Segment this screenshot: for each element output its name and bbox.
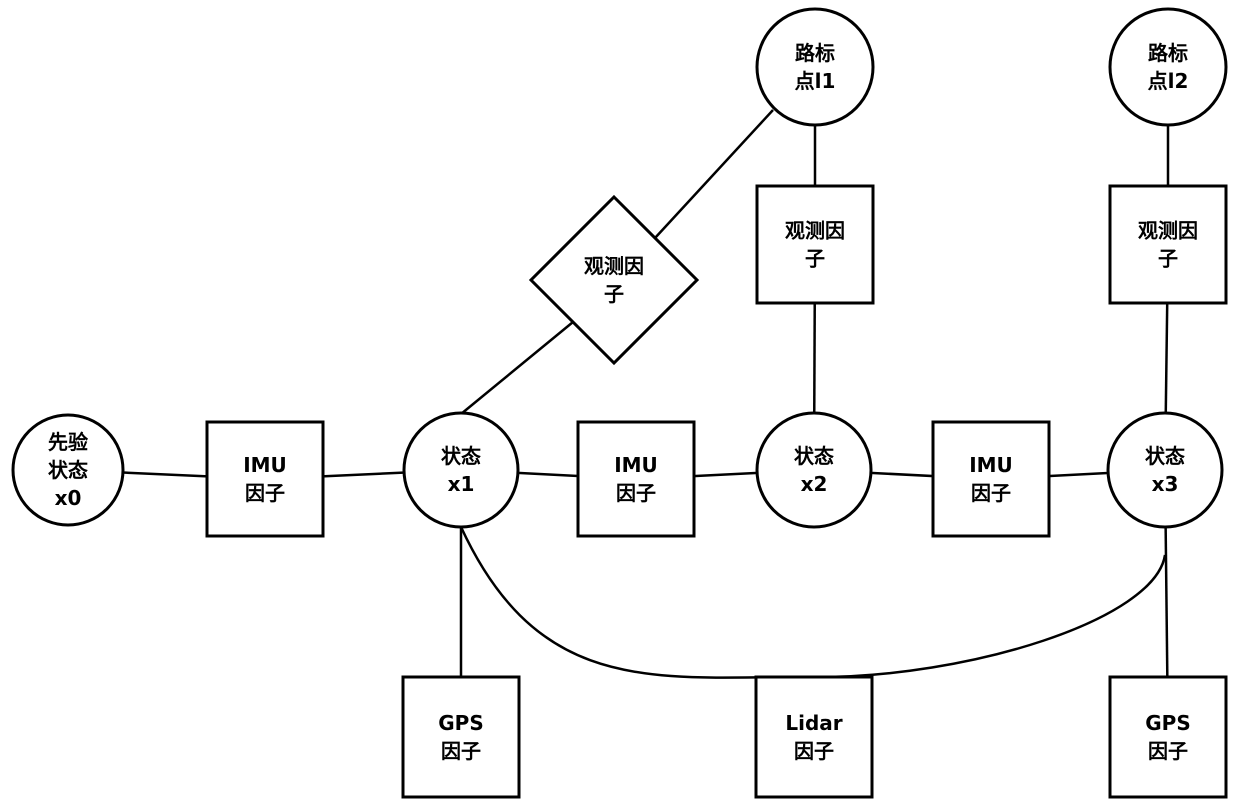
- node-label: IMU: [243, 453, 287, 477]
- node-label: 状态: [441, 444, 481, 468]
- factor-node-diamond: [528, 194, 700, 366]
- node-label: x1: [448, 472, 475, 496]
- node-label: 因子: [441, 739, 481, 763]
- node-label: IMU: [969, 453, 1013, 477]
- node-label: Lidar: [785, 711, 842, 735]
- factor-node-box: [205, 420, 325, 538]
- node-label: 观测因: [785, 219, 845, 243]
- factor-node-box: [401, 675, 521, 799]
- factor-node-box: [576, 420, 696, 538]
- factor-node-box: [755, 184, 875, 305]
- node-label: 路标: [795, 41, 835, 65]
- factor-node-box: [1108, 675, 1228, 799]
- node-label: 状态: [1145, 444, 1185, 468]
- node-gps3: GPS 因子: [1108, 675, 1228, 799]
- node-label: 路标: [1148, 41, 1188, 65]
- variable-node-circle: [1108, 7, 1228, 127]
- node-label: GPS: [438, 711, 483, 735]
- node-label: 因子: [1148, 739, 1188, 763]
- variable-node-circle: [755, 411, 873, 529]
- node-label: 因子: [616, 481, 656, 505]
- factor-node-box: [1108, 184, 1228, 305]
- node-x2: 状态 x2: [755, 411, 873, 529]
- node-label: 状态: [794, 444, 834, 468]
- node-label: 先验: [48, 430, 88, 454]
- node-lm11: 路标点l1: [755, 7, 875, 127]
- node-label: IMU: [614, 453, 658, 477]
- factor-node-box: [754, 675, 874, 799]
- node-x3: 状态 x3: [1106, 411, 1224, 529]
- node-label: 点l1: [795, 69, 836, 93]
- node-label: 状态: [48, 458, 88, 482]
- variable-node-circle: [755, 7, 875, 127]
- factor-node-box: [931, 420, 1051, 538]
- node-label: 因子: [971, 481, 1011, 505]
- edge-x1-obs_diamond: [460, 321, 574, 415]
- edge-obs_diamond-lm11: [654, 109, 774, 239]
- node-label: x3: [1152, 472, 1179, 496]
- node-label: 子: [805, 247, 825, 271]
- node-label: x0: [55, 486, 82, 510]
- node-lm12: 路标点l2: [1108, 7, 1228, 127]
- node-label: 子: [1158, 247, 1178, 271]
- node-label: 观测因: [584, 254, 644, 278]
- node-gps1: GPS 因子: [401, 675, 521, 799]
- variable-node-circle: [402, 411, 520, 529]
- node-label: 子: [604, 282, 624, 306]
- node-obs2: 观测因子: [755, 184, 875, 305]
- node-obs_diamond: 观测因子: [528, 194, 700, 366]
- edge-x1-x3: [459, 526, 1167, 679]
- node-label: 观测因: [1138, 219, 1198, 243]
- node-label: 因子: [794, 739, 834, 763]
- node-lidar: Lidar 因子: [754, 675, 874, 799]
- node-imu1: IMU 因子: [205, 420, 325, 538]
- node-x1: 状态 x1: [402, 411, 520, 529]
- node-label: x2: [801, 472, 828, 496]
- variable-node-circle: [1106, 411, 1224, 529]
- nodes-layer: 先验状态x0IMU因子状态x1IMU因子状态x2IMU因子状态x3观测因子路标点…: [11, 7, 1228, 799]
- node-imu3: IMU 因子: [931, 420, 1051, 538]
- edges-layer: [67, 67, 1170, 738]
- factor-graph-diagram: 先验状态x0IMU因子状态x1IMU因子状态x2IMU因子状态x3观测因子路标点…: [11, 7, 1228, 799]
- node-label: GPS: [1145, 711, 1190, 735]
- node-obs3: 观测因子: [1108, 184, 1228, 305]
- node-label: 因子: [245, 481, 285, 505]
- node-prior: 先验状态 x0: [11, 413, 125, 527]
- node-label: 点l2: [1148, 69, 1189, 93]
- node-imu2: IMU 因子: [576, 420, 696, 538]
